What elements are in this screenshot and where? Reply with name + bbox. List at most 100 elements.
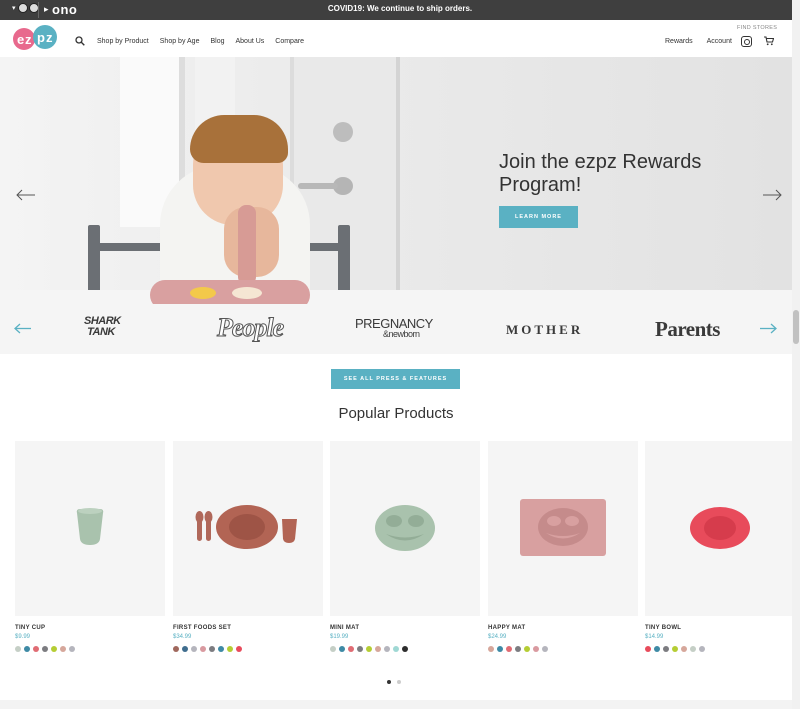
product-card[interactable]: FIRST FOODS SET $34.99: [173, 441, 323, 652]
arrow-right-icon[interactable]: [762, 189, 782, 201]
color-swatch[interactable]: [33, 646, 39, 652]
tiny-bowl-image: [690, 507, 750, 549]
product-image[interactable]: [15, 441, 165, 616]
product-card[interactable]: HAPPY MAT $24.99: [488, 441, 638, 652]
account-link[interactable]: Account: [707, 38, 732, 45]
color-swatch[interactable]: [209, 646, 215, 652]
color-swatch[interactable]: [497, 646, 503, 652]
color-swatch[interactable]: [182, 646, 188, 652]
product-image[interactable]: [645, 441, 795, 616]
color-swatch[interactable]: [393, 646, 399, 652]
color-swatch[interactable]: [488, 646, 494, 652]
product-name[interactable]: MINI MAT: [330, 625, 480, 631]
carousel-dot[interactable]: [387, 680, 391, 684]
mini-mat-image: [375, 505, 435, 551]
color-swatch[interactable]: [236, 646, 242, 652]
tiny-cup-image: [76, 508, 104, 545]
product-card[interactable]: MINI MAT $19.99: [330, 441, 480, 652]
account-nav: Rewards Account: [665, 38, 732, 45]
color-swatch[interactable]: [533, 646, 539, 652]
color-swatch[interactable]: [524, 646, 530, 652]
popular-products-title: Popular Products: [338, 405, 454, 422]
color-swatch[interactable]: [515, 646, 521, 652]
arrow-left-icon[interactable]: [16, 189, 36, 201]
happy-mat-image: [520, 499, 606, 556]
color-swatch[interactable]: [663, 646, 669, 652]
product-name[interactable]: TINY CUP: [15, 625, 165, 631]
color-swatch[interactable]: [227, 646, 233, 652]
svg-text:z: z: [46, 30, 53, 45]
color-swatch[interactable]: [218, 646, 224, 652]
product-name[interactable]: TINY BOWL: [645, 625, 795, 631]
press-logo-carousel: SHARK TANK People PREGNANCY &newborn MOT…: [0, 304, 792, 354]
color-swatch[interactable]: [330, 646, 336, 652]
color-swatch[interactable]: [681, 646, 687, 652]
scrollbar-thumb[interactable]: [793, 310, 799, 344]
color-swatch[interactable]: [348, 646, 354, 652]
carousel-dot[interactable]: [397, 680, 401, 684]
color-swatch[interactable]: [24, 646, 30, 652]
color-swatch[interactable]: [191, 646, 197, 652]
product-card[interactable]: TINY BOWL $14.99: [645, 441, 795, 652]
rewards-link[interactable]: Rewards: [665, 38, 693, 45]
color-swatch[interactable]: [402, 646, 408, 652]
color-swatches: [15, 646, 165, 652]
color-swatch[interactable]: [699, 646, 705, 652]
hero-headline: Join the ezpz Rewards Program!: [499, 151, 702, 196]
product-price: $34.99: [173, 634, 192, 640]
pregnancy-newborn-logo: PREGNANCY &newborn: [355, 317, 433, 340]
color-swatch[interactable]: [15, 646, 21, 652]
search-icon[interactable]: [75, 36, 85, 46]
color-swatch[interactable]: [357, 646, 363, 652]
product-name[interactable]: HAPPY MAT: [488, 625, 638, 631]
product-image[interactable]: [488, 441, 638, 616]
nav-shop-by-age[interactable]: Shop by Age: [160, 38, 200, 45]
color-swatch[interactable]: [506, 646, 512, 652]
color-swatch[interactable]: [366, 646, 372, 652]
see-all-press-button[interactable]: SEE ALL PRESS & FEATURES: [331, 369, 460, 389]
scrollbar-track[interactable]: [792, 0, 800, 709]
learn-more-button[interactable]: LEARN MORE: [499, 206, 578, 228]
hero-banner: Join the ezpz Rewards Program! LEARN MOR…: [0, 57, 792, 304]
nav-compare[interactable]: Compare: [275, 38, 304, 45]
ezpz-logo[interactable]: e z p z: [12, 24, 62, 52]
color-swatch[interactable]: [672, 646, 678, 652]
hero-table: [0, 290, 792, 304]
nav-shop-by-product[interactable]: Shop by Product: [97, 38, 149, 45]
people-logo: People: [216, 313, 284, 343]
color-swatch[interactable]: [645, 646, 651, 652]
announcement-bar: ▾ ▸ ono COVID19: We continue to ship ord…: [0, 0, 800, 20]
color-swatch[interactable]: [384, 646, 390, 652]
carousel-pagination: [387, 680, 401, 684]
product-image[interactable]: [330, 441, 480, 616]
instagram-icon[interactable]: [741, 36, 752, 47]
product-image[interactable]: [173, 441, 323, 616]
cart-icon[interactable]: [764, 36, 774, 46]
product-name[interactable]: FIRST FOODS SET: [173, 625, 323, 631]
product-price: $24.99: [488, 634, 507, 640]
color-swatch[interactable]: [690, 646, 696, 652]
color-swatch[interactable]: [542, 646, 548, 652]
nav-about-us[interactable]: About Us: [235, 38, 264, 45]
footer-edge: [0, 700, 792, 709]
nav-blog[interactable]: Blog: [210, 38, 224, 45]
product-price: $19.99: [330, 634, 349, 640]
arrow-right-icon[interactable]: [759, 323, 777, 334]
color-swatch[interactable]: [51, 646, 57, 652]
color-swatch[interactable]: [200, 646, 206, 652]
find-stores-link[interactable]: FIND STORES: [737, 25, 777, 31]
color-swatch[interactable]: [375, 646, 381, 652]
svg-text:z: z: [25, 32, 32, 47]
color-swatch[interactable]: [173, 646, 179, 652]
color-swatch[interactable]: [339, 646, 345, 652]
product-card[interactable]: TINY CUP $9.99: [15, 441, 165, 652]
color-swatch[interactable]: [60, 646, 66, 652]
color-swatch[interactable]: [654, 646, 660, 652]
arrow-left-icon[interactable]: [14, 323, 32, 334]
mother-logo: MOTHER: [506, 322, 584, 337]
color-swatch[interactable]: [69, 646, 75, 652]
color-swatches: [645, 646, 795, 652]
covid-announcement: COVID19: We continue to ship orders.: [327, 4, 473, 13]
site-header: e z p z Shop by Product Shop by Age Blog…: [0, 20, 792, 57]
color-swatch[interactable]: [42, 646, 48, 652]
